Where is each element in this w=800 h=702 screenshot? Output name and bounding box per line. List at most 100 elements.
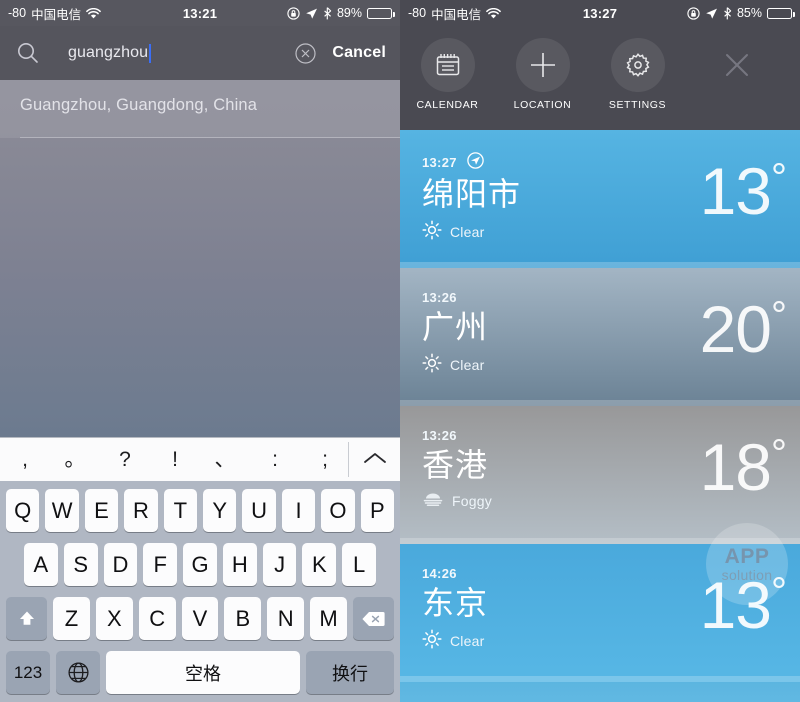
bluetooth-icon (723, 6, 732, 20)
keyboard-row-1: Q W E R T Y U I O P (3, 489, 397, 532)
suggestion-separator (20, 137, 400, 138)
calendar-icon (420, 38, 475, 92)
cancel-button[interactable]: Cancel (332, 44, 386, 62)
onscreen-keyboard[interactable]: , 。 ? ! 、 : ; Q W E R T Y U I O P A S D … (0, 437, 400, 702)
key-z[interactable]: Z (53, 597, 90, 640)
predictive-divider (348, 442, 349, 477)
weather-row-guangzhou[interactable]: 13:26 广州 Clear 20° (400, 268, 800, 406)
weather-toolbar: CALENDAR LOCATION SETTINGS (400, 26, 800, 130)
weather-row-mianyang[interactable]: 13:27 绵阳市 Clear 13° (400, 130, 800, 268)
punct-key-semicolon[interactable]: ; (300, 449, 350, 470)
weather-row-condition-label: Clear (450, 357, 485, 374)
rotation-lock-icon (287, 6, 300, 20)
toolbar-label-location: LOCATION (513, 99, 572, 111)
dual-screenshot: -80 中国电信 13:21 89% guangzhou Cancel Guan… (0, 0, 800, 702)
search-suggestion-row[interactable]: Guangzhou, Guangdong, China (0, 80, 400, 138)
punct-key-period[interactable]: 。 (50, 449, 100, 470)
keyboard-row-2: A S D F G H J K L (3, 543, 397, 586)
key-c[interactable]: C (138, 597, 176, 640)
right-phone-weather-screen: -80 中国电信 13:27 85% CALENDAR LOCATION SET… (400, 0, 800, 702)
key-x[interactable]: X (95, 597, 133, 640)
key-j[interactable]: J (262, 543, 297, 586)
return-key[interactable]: 换行 (306, 651, 394, 694)
toolbar-item-location[interactable]: LOCATION (495, 38, 590, 111)
punct-key-question[interactable]: ? (100, 449, 150, 470)
weather-row-hongkong[interactable]: 13:26 香港 Foggy 18° (400, 406, 800, 544)
weather-row-condition-label: Clear (450, 633, 485, 650)
key-u[interactable]: U (242, 489, 276, 532)
temp-value: 13 (699, 568, 772, 642)
weather-row-time: 14:26 (422, 566, 457, 581)
weather-row-condition-label: Clear (450, 224, 485, 241)
backspace-icon[interactable] (353, 597, 395, 640)
key-v[interactable]: V (181, 597, 219, 640)
status-bar-right-group: 89% (287, 6, 395, 20)
keyboard-row-3: Z X C V B N M (3, 597, 397, 640)
key-d[interactable]: D (103, 543, 138, 586)
battery-percent: 89% (336, 6, 362, 20)
toolbar-item-calendar[interactable]: CALENDAR (400, 38, 495, 111)
bluetooth-icon (323, 6, 332, 20)
keyboard-keys[interactable]: Q W E R T Y U I O P A S D F G H J K L Z … (0, 481, 400, 702)
rotation-lock-icon (687, 6, 700, 20)
left-phone-search-screen: -80 中国电信 13:21 89% guangzhou Cancel Guan… (0, 0, 400, 702)
chevron-up-icon[interactable] (350, 450, 400, 469)
gear-icon (610, 38, 665, 92)
shift-up-icon[interactable] (6, 597, 47, 640)
degree-symbol: ° (771, 156, 787, 200)
numbers-key[interactable]: 123 (6, 651, 50, 694)
close-icon (710, 38, 764, 92)
degree-symbol: ° (771, 294, 787, 338)
battery-icon (367, 7, 395, 19)
weather-row-time: 13:27 (422, 154, 457, 170)
key-q[interactable]: Q (5, 489, 40, 532)
key-f[interactable]: F (143, 543, 178, 586)
toolbar-label-calendar: CALENDAR (416, 99, 479, 111)
key-n[interactable]: N (267, 597, 305, 640)
keyboard-predictive-bar[interactable]: , 。 ? ! 、 : ; (0, 437, 400, 481)
punct-key-comma[interactable]: , (0, 449, 50, 470)
key-m[interactable]: M (310, 597, 348, 640)
key-g[interactable]: G (183, 543, 217, 586)
keyboard-row-bottom: 123 空格 换行 (3, 651, 397, 694)
punct-key-backstroke[interactable]: 、 (200, 449, 250, 470)
key-p[interactable]: P (360, 489, 395, 532)
key-w[interactable]: W (45, 489, 79, 532)
fog-icon (422, 491, 444, 512)
key-b[interactable]: B (224, 597, 262, 640)
key-r[interactable]: R (124, 489, 158, 532)
key-k[interactable]: K (302, 543, 337, 586)
search-input[interactable]: guangzhou (50, 43, 285, 63)
punct-key-exclaim[interactable]: ! (150, 449, 200, 470)
weather-row-time: 13:26 (422, 290, 457, 305)
status-bar-left: -80 中国电信 13:21 89% (0, 0, 400, 26)
weather-row-tokyo[interactable]: 14:26 东京 Clear 13° (400, 544, 800, 682)
key-i[interactable]: I (281, 489, 316, 532)
key-y[interactable]: Y (203, 489, 237, 532)
toolbar-item-close[interactable] (689, 38, 784, 99)
search-bar[interactable]: guangzhou Cancel (0, 26, 400, 80)
location-arrow-icon (705, 7, 718, 20)
search-suggestion-label: Guangzhou, Guangdong, China (20, 96, 258, 114)
clear-circle-icon[interactable] (295, 42, 316, 64)
temp-value: 20 (699, 292, 772, 366)
key-t[interactable]: T (163, 489, 197, 532)
weather-row-temperature: 13° (700, 156, 787, 224)
globe-icon[interactable] (56, 651, 100, 694)
weather-city-list[interactable]: 13:27 绵阳市 Clear 13° 13:26 广州 Clear 20° 1… (400, 130, 800, 702)
toolbar-item-settings[interactable]: SETTINGS (590, 38, 685, 111)
key-l[interactable]: L (342, 543, 377, 586)
weather-row-temperature: 18° (700, 432, 787, 500)
punct-key-colon[interactable]: : (250, 449, 300, 470)
key-o[interactable]: O (321, 489, 355, 532)
key-e[interactable]: E (84, 489, 119, 532)
degree-symbol: ° (771, 432, 787, 476)
key-a[interactable]: A (23, 543, 58, 586)
key-s[interactable]: S (63, 543, 98, 586)
space-key[interactable]: 空格 (106, 651, 300, 694)
sun-icon (422, 353, 442, 378)
weather-row-condition-label: Foggy (452, 493, 492, 510)
key-h[interactable]: H (222, 543, 257, 586)
weather-row-partial[interactable]: 12:26 (400, 682, 800, 702)
search-input-value: guangzhou (68, 44, 149, 61)
